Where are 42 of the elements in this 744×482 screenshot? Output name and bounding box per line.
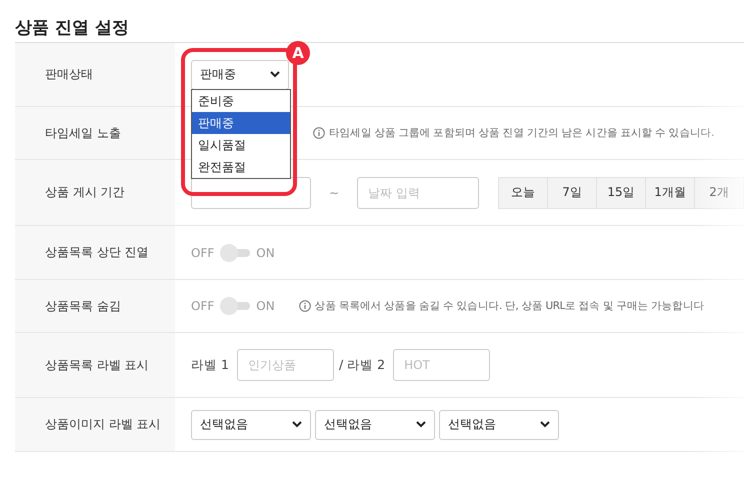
on-label: ON [256,299,275,313]
on-label: ON [256,246,275,260]
status-select[interactable]: 판매중 [191,60,289,90]
dropdown-option[interactable]: 판매중 [192,112,290,134]
row-label: 상품 게시 기간 [45,184,125,201]
chevron-down-icon [540,421,550,428]
chevron-down-icon [292,421,302,428]
row-label: 타임세일 노출 [45,124,121,142]
row-label: 상품목록 숨김 [45,298,121,314]
period-button[interactable]: 1개월 [645,176,696,208]
dropdown-option[interactable]: 준비중 [192,90,290,112]
date-field[interactable]: 날짜 입력 [357,176,480,208]
period-button[interactable]: 2개 [694,176,744,208]
off-label: OFF [191,299,214,313]
info-icon [313,127,325,139]
period-button[interactable]: 오늘 [498,176,548,208]
page-title: 상품 진열 설정 [14,17,130,40]
row-label: 상품목록 상단 진열 [45,244,149,261]
period-button[interactable]: 15일 [596,176,646,208]
dropdown-option[interactable]: 일시품절 [192,134,290,156]
callout-badge: A [286,41,310,65]
row-label: 판매상태 [45,66,93,83]
label-field[interactable]: HOT [393,349,490,381]
toggle-switch[interactable] [220,244,250,262]
dropdown-option[interactable]: 완전품절 [192,156,290,178]
row-label: 상품목록 라벨 표시 [45,356,149,374]
toggle-switch[interactable] [220,297,250,315]
info-icon [298,300,311,312]
label-select[interactable]: 선택없음 [191,410,311,440]
label-select[interactable]: 선택없음 [439,410,559,440]
label-field[interactable]: 인기상품 [236,349,334,381]
hint-text: 타임세일 상품 그룹에 포함되며 상품 진열 기간의 남은 시간을 표시할 수 있습니다. [329,126,714,140]
label-prefix: 라벨 1 [191,356,229,374]
period-button[interactable]: 7일 [547,176,598,208]
chevron-down-icon [270,71,280,78]
label-select[interactable]: 선택없음 [315,410,435,440]
row-label: 상품이미지 라벨 표시 [45,416,161,433]
range-separator: ~ [329,186,340,200]
off-label: OFF [191,246,214,260]
hint-text: 상품 목록에서 상품을 숨길 수 있습니다. 단, 상품 URL로 접속 및 구매는 가능합니다 [314,299,704,313]
label-prefix: / 라벨 2 [338,356,386,374]
chevron-down-icon [416,421,426,428]
